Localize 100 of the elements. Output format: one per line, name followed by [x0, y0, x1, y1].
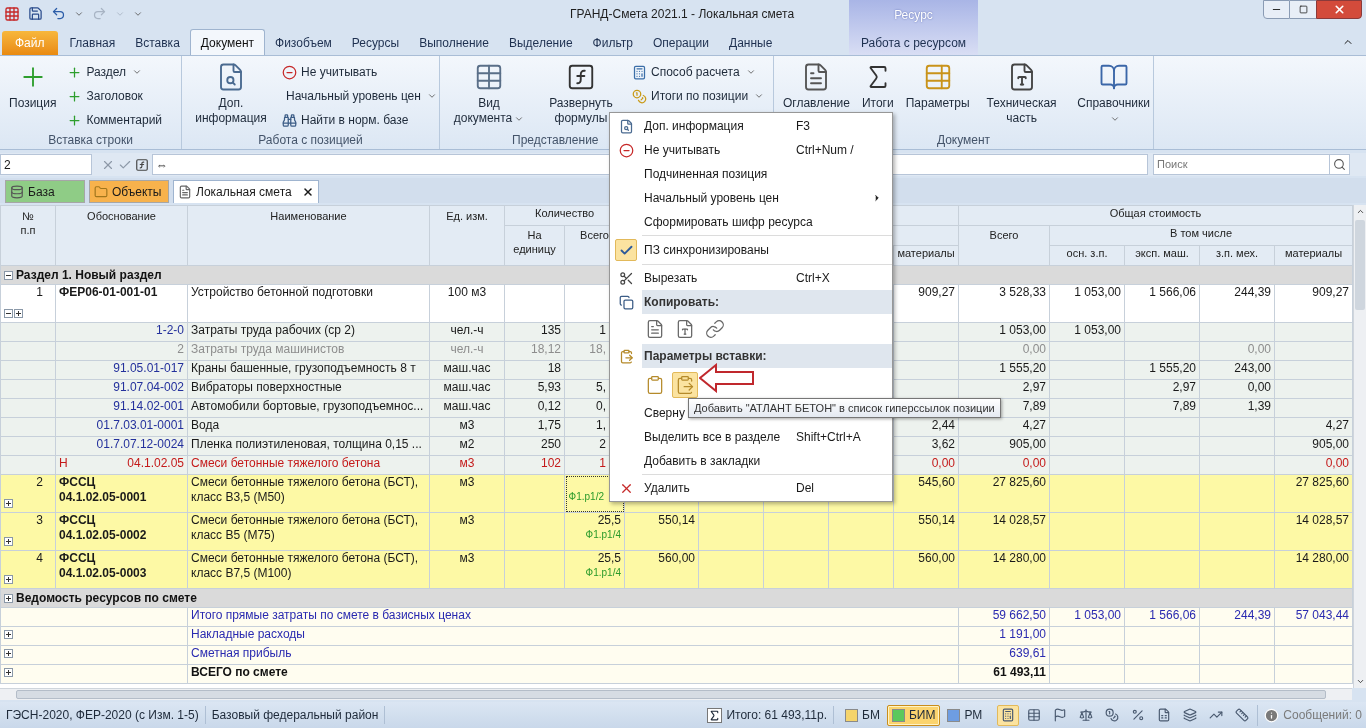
- table-cell: м3: [459, 551, 475, 565]
- table-cell-text: ФССЦ: [59, 475, 97, 490]
- table-cell: 1 555,20: [999, 361, 1046, 375]
- table-cell: 0,00: [1247, 380, 1271, 394]
- table-cell: 1 053,00: [1074, 285, 1121, 299]
- table-cell: 639,61: [1009, 646, 1046, 660]
- table-cell: 1 555,20: [1149, 361, 1196, 375]
- table-cell: чел.-ч: [450, 323, 484, 337]
- column-header: Обоснование: [86, 209, 157, 223]
- table-cell: 0,12: [537, 399, 561, 413]
- column-header: Наименование: [269, 209, 348, 223]
- table-cell: 1,: [596, 418, 606, 432]
- table-cell: 545,60: [918, 475, 955, 489]
- table-cell-text: 4: [36, 551, 44, 566]
- table-cell: 244,39: [1234, 285, 1271, 299]
- table-cell-text: 2: [36, 475, 44, 490]
- section-title: Ведомость ресурсов по смете: [16, 590, 197, 607]
- formula-note: Ф1.р1/4: [585, 566, 621, 579]
- table-cell: 25,5: [597, 513, 621, 528]
- table-cell: 4,27: [1022, 418, 1046, 432]
- table-cell: 0,: [596, 399, 606, 413]
- shortcut-label: Del: [796, 480, 815, 497]
- status-text: Базовый федеральный район: [205, 706, 386, 724]
- column-header: материалы: [1284, 247, 1343, 259]
- table-cell: м3: [459, 513, 475, 527]
- table-cell: 1 566,06: [1149, 285, 1196, 299]
- table-cell: 1,75: [537, 418, 561, 432]
- table-cell: 5,93: [537, 380, 561, 394]
- table-cell: 7,89: [1022, 399, 1046, 413]
- table-cell: 2: [177, 342, 184, 357]
- shortcut-label: Ctrl+X: [796, 270, 831, 287]
- section-title: Раздел 1. Новый раздел: [16, 267, 162, 284]
- shortcut-label: Ctrl+Num /: [796, 142, 855, 159]
- column-header: Всего: [579, 228, 610, 242]
- table-cell: 0,00: [931, 456, 955, 470]
- table-cell: 2,97: [1022, 380, 1046, 394]
- table-cell: 135: [540, 323, 561, 337]
- table-cell: Смеси бетонные тяжелого бетона: [191, 456, 381, 470]
- table-cell: чел.-ч: [450, 342, 484, 356]
- table-cell: 1: [599, 323, 606, 337]
- flag-label: Н: [59, 456, 68, 471]
- tooltip: Добавить "АТЛАНТ БЕТОН" в список гиперссылок позиции: [688, 398, 1001, 418]
- table-cell: 14 280,00: [992, 551, 1046, 565]
- table-cell: 250: [540, 437, 561, 451]
- column-header: эксп. маш.: [1135, 247, 1189, 259]
- table-cell: 102: [540, 456, 561, 470]
- column-header: материалы: [897, 247, 955, 259]
- table-cell: Затраты труда машинистов: [191, 342, 345, 356]
- table-cell: 91.05.01-017: [113, 361, 184, 376]
- table-cell: Смеси бетонные тяжелого бетона (БСТ), класс В5 (М75): [191, 513, 419, 542]
- table-cell: Смеси бетонные тяжелого бетона (БСТ), класс В7,5 (М100): [191, 551, 419, 580]
- table-cell: 18,: [589, 342, 606, 356]
- table-cell: 25,5: [597, 551, 621, 566]
- table-cell: 905,00: [1009, 437, 1046, 451]
- table-cell: 0,00: [1022, 456, 1046, 470]
- table-cell-text: ФССЦ: [59, 513, 97, 528]
- table-cell: 5,: [596, 380, 606, 394]
- table-cell: 14 028,57: [992, 513, 1046, 527]
- table-cell: 560,00: [658, 551, 695, 565]
- table-cell: 905,00: [1312, 437, 1350, 451]
- table-cell: 91.07.04-002: [113, 380, 184, 395]
- table-cell-text: ФЕР06-01-001-01: [59, 285, 159, 300]
- table-cell: 1 191,00: [999, 627, 1046, 641]
- table-cell: 91.14.02-001: [113, 399, 184, 414]
- table-cell-text: 04.1.02.05-0003: [59, 566, 148, 581]
- table-cell: 18: [547, 361, 561, 375]
- table-cell: м3: [459, 475, 475, 489]
- table-cell: 0,00: [1022, 342, 1046, 356]
- table-cell: 14 028,57: [1295, 513, 1350, 527]
- table-cell: 1 053,00: [1074, 608, 1121, 622]
- table-cell: 01.7.07.12-0024: [96, 437, 184, 452]
- table-cell: 2,44: [931, 418, 955, 432]
- table-cell: 3 528,33: [999, 285, 1046, 299]
- column-header: з.п. мех.: [1215, 247, 1259, 259]
- table-cell: маш.час: [443, 361, 491, 375]
- column-header: осн. з.п.: [1066, 247, 1108, 259]
- table-cell: 1: [599, 456, 606, 470]
- table-cell: 550,14: [918, 513, 955, 527]
- table-cell: 2,97: [1172, 380, 1196, 394]
- table-cell: маш.час: [443, 399, 491, 413]
- table-cell: 1 053,00: [1074, 323, 1121, 337]
- group-label: Документ: [936, 132, 991, 149]
- window-title: ГРАНД-Смета 2021.1 - Локальная смета: [570, 6, 795, 23]
- table-cell: 3,62: [931, 437, 955, 451]
- table-cell: 560,00: [918, 551, 955, 565]
- column-header: Всего: [988, 228, 1020, 242]
- formula-note: Ф1.р1/4: [585, 528, 621, 541]
- table-cell: 0,00: [1247, 342, 1271, 356]
- table-cell: 14 280,00: [1295, 551, 1350, 565]
- status-text: ГЭСН-2020, ФЕР-2020 (с Изм. 1-5): [0, 706, 206, 724]
- table-cell: 04.1.02.05: [127, 456, 184, 471]
- table-cell: 27 825,60: [1295, 475, 1350, 489]
- table-cell: Краны башенные, грузоподъемность 8 т: [191, 361, 416, 375]
- group-label: Представление: [512, 132, 599, 149]
- table-cell: 27 825,60: [992, 475, 1046, 489]
- table-cell-text: 1: [36, 285, 44, 300]
- table-cell: 1 053,00: [999, 323, 1046, 337]
- column-header: В том числе: [1170, 227, 1232, 239]
- column-header: Количество: [534, 207, 595, 219]
- table-cell: 7,89: [1172, 399, 1196, 413]
